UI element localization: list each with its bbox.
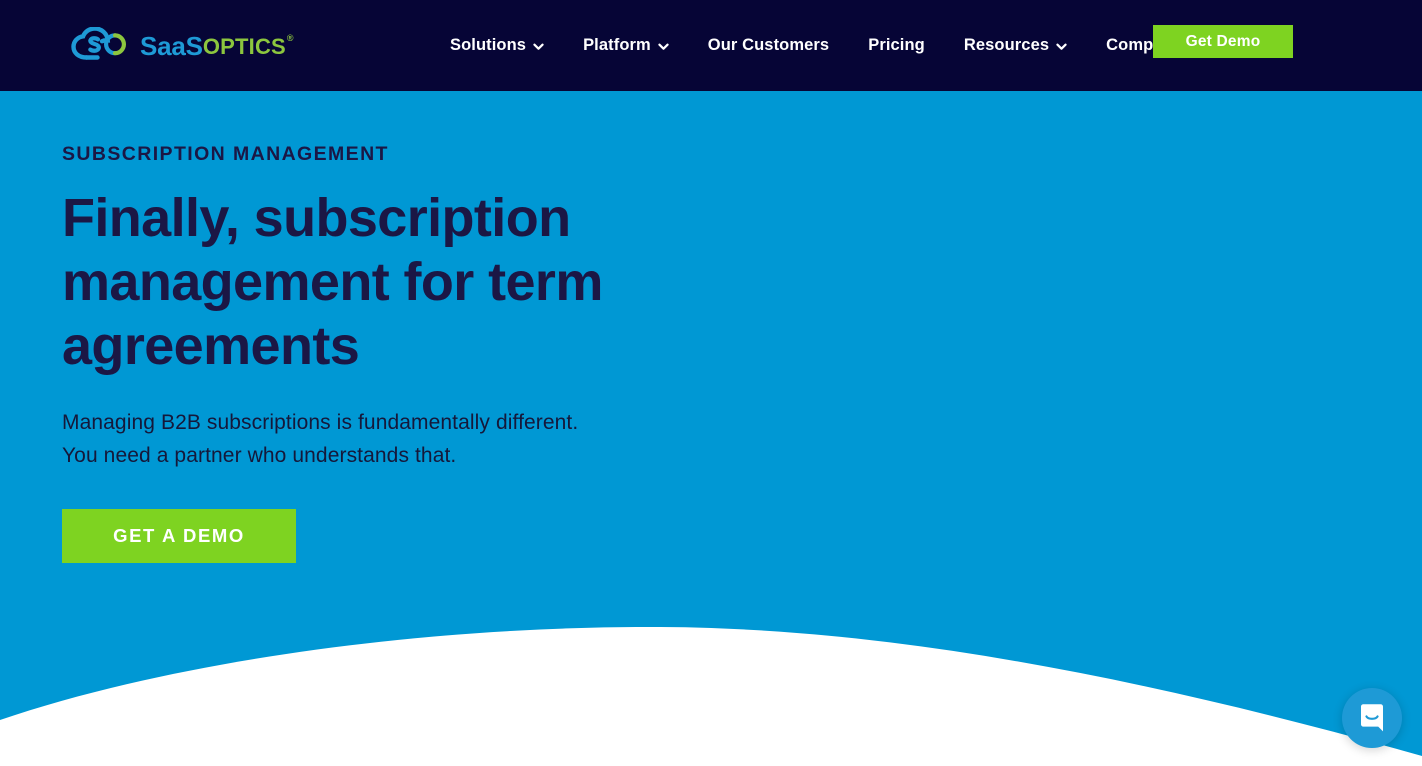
- page-title: Finally, subscription management for ter…: [62, 187, 603, 376]
- brand-trademark: ®: [286, 33, 294, 43]
- hero-subtitle: Managing B2B subscriptions is fundamenta…: [62, 410, 579, 467]
- main-navigation: Solutions Platform Our Customers Pricing…: [450, 0, 1200, 91]
- chat-bubble-smile-icon: [1359, 704, 1385, 732]
- brand-wordmark-secondary: OPTICS: [202, 34, 286, 59]
- brand-wordmark: SaaS OPTICS ®: [140, 31, 294, 61]
- chat-launcher-button[interactable]: [1342, 688, 1402, 748]
- site-header: SaaS OPTICS ® Solutions Platform Our Custo…: [0, 0, 1422, 91]
- nav-item-label: Pricing: [868, 36, 925, 54]
- nav-item-platform[interactable]: Platform: [583, 36, 669, 55]
- nav-item-label: Our Customers: [707, 36, 830, 54]
- chevron-down-icon: [1056, 41, 1067, 52]
- chevron-down-icon: [658, 41, 669, 52]
- nav-item-label: Platform: [583, 36, 651, 54]
- nav-item-label: Resources: [963, 36, 1050, 54]
- hero-eyebrow: SUBSCRIPTION MANAGEMENT: [62, 143, 389, 165]
- nav-item-resources[interactable]: Resources: [964, 36, 1067, 55]
- hero-section: SUBSCRIPTION MANAGEMENT Finally, subscri…: [0, 91, 1422, 766]
- chevron-down-icon: [533, 41, 544, 52]
- get-demo-button[interactable]: Get Demo: [1153, 25, 1293, 58]
- nav-item-label: Solutions: [450, 36, 527, 54]
- brand-wordmark-primary: SaaS: [140, 31, 203, 61]
- get-a-demo-button[interactable]: GET A DEMO: [62, 508, 296, 563]
- saasoptics-cloud-logo-icon: [71, 25, 133, 66]
- hero-copy: SUBSCRIPTION MANAGEMENT Finally, subscri…: [62, 143, 702, 563]
- nav-item-our-customers[interactable]: Our Customers: [708, 36, 829, 55]
- nav-item-pricing[interactable]: Pricing: [868, 36, 925, 55]
- brand-logo-link[interactable]: SaaS OPTICS ®: [71, 24, 294, 68]
- nav-item-solutions[interactable]: Solutions: [450, 36, 544, 55]
- hero-wave-divider: [0, 626, 1422, 766]
